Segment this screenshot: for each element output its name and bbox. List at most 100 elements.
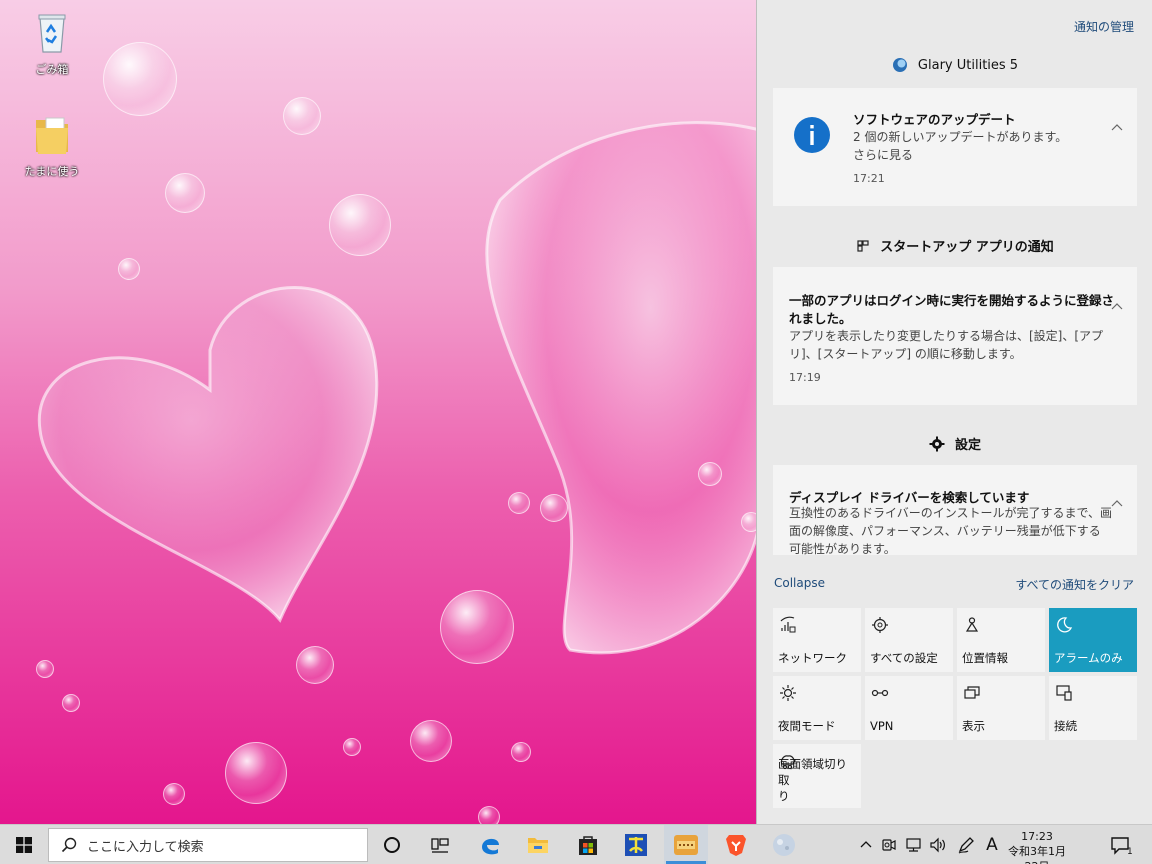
gear-icon [929,436,945,451]
quick-action-label: アラームのみ [1054,651,1123,665]
quick-action-label: すべての設定 [870,651,938,665]
volume-icon [930,837,945,853]
notification-card[interactable]: ソフトウェアのアップデート 2 個の新しいアップデートがあります。 さらに見る … [773,88,1137,206]
notification-title: ソフトウェアのアップデート [853,112,1016,127]
taskbar-app-glary[interactable] [664,825,708,864]
info-icon [794,117,830,153]
bubble [478,806,500,824]
bubble [283,97,321,135]
bubble [508,492,530,514]
clock-date: 令和3年1月22日 [1008,845,1066,864]
quick-action-focus-assist[interactable]: アラームのみ [1049,608,1137,672]
chevron-up-icon[interactable] [1111,301,1123,313]
vpn-icon [871,689,889,697]
meet-now-icon [882,839,896,851]
quick-action-connect[interactable]: 接続 [1049,676,1137,740]
taskbar-app-store[interactable] [566,825,610,864]
notification-see-more[interactable]: さらに見る [853,146,913,164]
startup-apps-icon [857,239,869,252]
bubble [118,258,140,280]
bubble [62,694,80,712]
tray-network[interactable] [902,825,926,864]
manage-notifications-link[interactable]: 通知の管理 [1074,18,1134,35]
start-button[interactable] [0,825,48,864]
bubble [343,738,361,756]
notification-body-cont: 可能性があります。 [789,542,896,555]
taskbar-app-edge[interactable] [468,825,512,864]
quick-action-label-line: り [778,789,790,803]
desktop-icon-label: たまに使う [24,165,80,178]
settings-gear-icon [872,617,888,633]
cortana-button[interactable] [372,825,412,864]
bubble [225,742,287,804]
brave-icon [726,835,746,856]
desktop-icon-label: ごみ箱 [35,63,69,76]
hidemaru-icon [625,834,647,856]
quick-action-label: 夜間モード [778,719,836,733]
notification-card[interactable]: ディスプレイ ドライバーを検索しています 互換性のあるドライバーのインストールが… [773,465,1137,555]
collapse-button[interactable]: Collapse [774,576,825,590]
clear-all-notifications-button[interactable]: すべての通知をクリア [1015,576,1134,593]
tray-volume[interactable] [926,825,950,864]
taskbar-clock[interactable]: 17:23 令和3年1月22日 [1006,829,1068,864]
quick-action-vpn[interactable]: VPN [865,676,953,740]
bubble [165,173,205,213]
quick-action-night-light[interactable]: 夜間モード [773,676,861,740]
desktop-icon-folder[interactable]: たまに使う [22,112,82,179]
notification-group-header: 設定 [757,434,1152,453]
action-center: 通知の管理 Glary Utilities 5 ソフトウェアのアップデート 2 … [756,0,1152,824]
show-hidden-icons-button[interactable] [856,825,876,864]
task-view-button[interactable] [420,825,460,864]
task-view-icon [431,838,449,853]
file-explorer-icon [528,838,548,853]
quick-action-label: 位置情報 [962,651,1008,665]
notification-group-header: Glary Utilities 5 [757,57,1152,73]
glary-utilities-icon [892,58,907,72]
desktop-icon-recycle-bin[interactable]: ごみ箱 [22,10,82,77]
quick-action-project[interactable]: 表示 [957,676,1045,740]
wallpaper-heart-left [37,286,379,623]
taskbar-search-box[interactable]: ここに入力して検索 [48,828,368,862]
glary-icon [674,835,698,855]
group-app-name: Glary Utilities 5 [917,57,1019,73]
edge-icon [482,838,499,855]
clock-time: 17:23 [1021,830,1053,843]
bubble [163,783,185,805]
quick-action-location[interactable]: 位置情報 [957,608,1045,672]
network-tray-icon [906,838,921,852]
taskbar-app-moon[interactable] [762,825,806,864]
bubble [698,462,722,486]
ime-icon: A [986,835,998,855]
chevron-up-icon[interactable] [1111,122,1123,134]
tray-meet-now[interactable] [878,825,900,864]
notification-body-cont: 面の解像度、パフォーマンス、バッテリー残量が低下する [789,524,1101,538]
taskbar-app-explorer[interactable] [516,825,560,864]
quick-action-label: ネットワーク [778,651,847,665]
quick-action-label: 表示 [962,719,985,733]
network-icon [780,616,796,633]
moon-icon [1057,617,1073,633]
quick-action-label: VPN [870,719,894,733]
notification-card[interactable]: 一部のアプリはログイン時に実行を開始するように登録さ れました。 アプリを表示し… [773,267,1137,405]
action-center-button[interactable]: 1 [1100,825,1140,864]
quick-action-snip[interactable]: 画面領域切り取 り [773,744,861,808]
bubble [410,720,452,762]
taskbar-app-editor[interactable] [614,825,658,864]
notification-title: 一部のアプリはログイン時に実行を開始するように登録さ [789,293,1115,308]
quick-action-label: 接続 [1054,719,1077,733]
quick-action-all-settings[interactable]: すべての設定 [865,608,953,672]
chevron-up-icon[interactable] [1111,498,1123,510]
bubble [296,646,334,684]
search-placeholder: ここに入力して検索 [87,839,204,855]
taskbar-app-brave[interactable] [714,825,758,864]
tray-ime[interactable]: A [980,825,1004,864]
quick-action-network[interactable]: ネットワーク [773,608,861,672]
notification-group-header: スタートアップ アプリの通知 [757,236,1152,255]
project-icon [964,686,980,699]
notification-time: 17:21 [853,172,885,185]
tray-pen[interactable] [954,825,978,864]
sun-icon [780,685,796,701]
connect-icon [1056,685,1072,701]
bubble [511,742,531,762]
desktop: ごみ箱 たまに使う [0,0,756,824]
